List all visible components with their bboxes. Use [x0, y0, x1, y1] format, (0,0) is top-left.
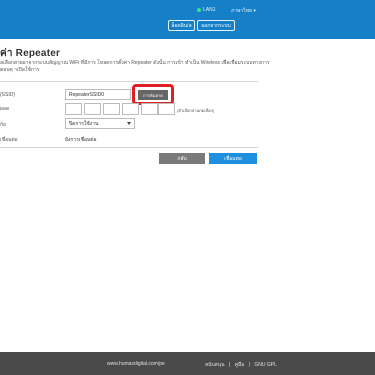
lan-status-icon	[197, 8, 201, 12]
ssid-input[interactable]: RepeaterSSID0	[65, 89, 131, 100]
chevron-down-icon	[127, 122, 131, 125]
security-select[interactable]: ปิดการใช้งาน	[65, 118, 135, 129]
divider	[0, 147, 258, 148]
footer-link-support[interactable]: สนับสนุน	[205, 362, 225, 368]
footer: www.humaxdigital.com/pe สนับสนุน | คู่มื…	[0, 352, 375, 375]
connect-button[interactable]: เชื่อมต่อ	[209, 153, 257, 164]
divider	[0, 81, 258, 82]
password-hint: (ตัวเลือกลานกดเลือก)	[177, 108, 215, 113]
password-field-6[interactable]	[158, 103, 175, 115]
footer-separator: |	[248, 362, 250, 368]
password-field-4[interactable]	[122, 103, 139, 115]
footer-separator: |	[228, 362, 231, 368]
footer-link-manual[interactable]: คู่มือ	[235, 362, 245, 368]
page-description: ลเลือกสายอาจากระบบสัญญาณ WiFi ที่มีการ โ…	[0, 60, 270, 73]
password-label: ผลด	[0, 106, 10, 112]
footer-link-gpl[interactable]: GNU GPL	[254, 362, 277, 368]
scan-button-highlight	[132, 84, 174, 105]
back-button[interactable]: กลับ	[159, 153, 205, 164]
footer-website-link[interactable]: www.humaxdigital.com/pe	[107, 361, 165, 367]
ssid-label: (SSID)	[0, 92, 15, 98]
security-label: กัย	[0, 122, 6, 128]
security-select-value: ปิดการใช้งาน	[69, 120, 99, 127]
content-panel: ค่า Repeater ลเลือกสายอาจากระบบสัญญาณ Wi…	[0, 39, 375, 352]
connection-label: เชื่อมต่อ	[0, 137, 18, 143]
connection-status: ยังการเชื่อมต่อ	[65, 137, 97, 143]
footer-links: สนับสนุน | คู่มือ | GNU GPL	[205, 361, 280, 369]
language-selector[interactable]: ภาษาไทย ▾	[231, 7, 256, 15]
password-field-5[interactable]	[141, 103, 158, 115]
password-field-1[interactable]	[65, 103, 82, 115]
page-title: ค่า Repeater	[0, 48, 61, 59]
lan-status-label: LAN1	[203, 7, 216, 13]
password-field-3[interactable]	[103, 103, 120, 115]
logout-button[interactable]: ออกจากระบบ	[197, 20, 235, 31]
lan-status: LAN1	[197, 7, 216, 13]
top-bar: LAN1 ภาษาไทย ▾ ล็อคอิน/ล ออกจากระบบ	[0, 0, 375, 39]
login-button[interactable]: ล็อคอิน/ล	[168, 20, 195, 31]
password-field-2[interactable]	[84, 103, 101, 115]
